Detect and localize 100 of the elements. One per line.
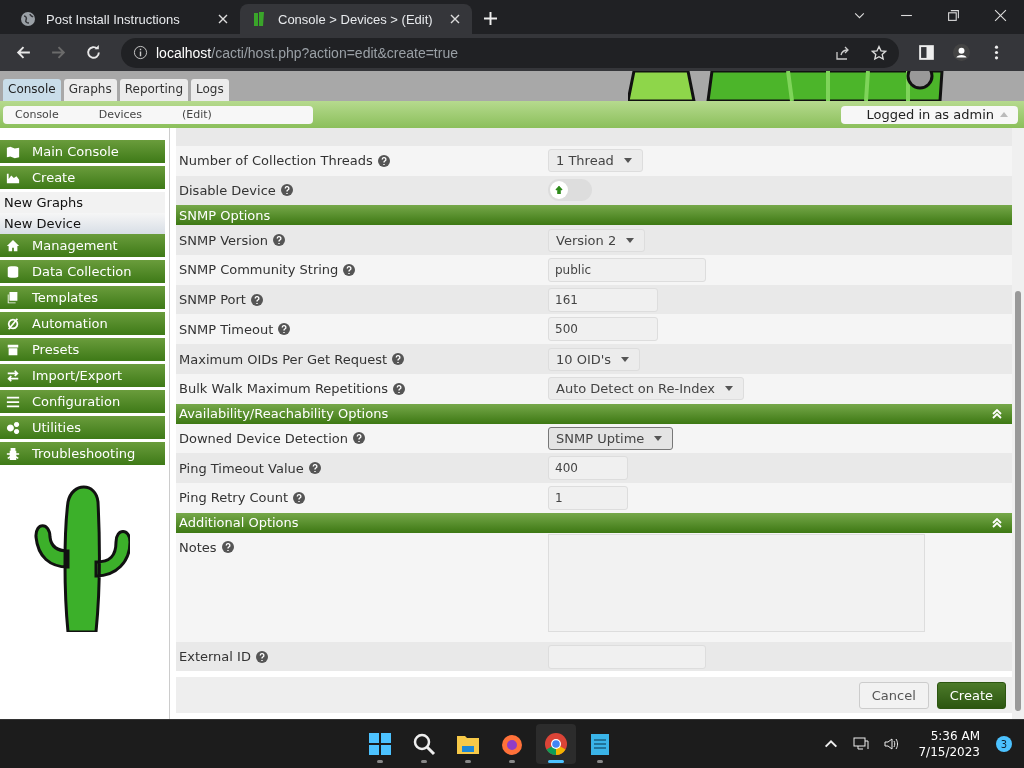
sidebar-menu-item[interactable]: Templates <box>0 286 165 309</box>
clock[interactable]: 5:36 AM 7/15/2023 <box>910 728 988 760</box>
sidebar-menu-item[interactable]: Troubleshooting <box>0 442 165 465</box>
tab-title: Post Install Instructions <box>46 11 181 27</box>
help-icon[interactable] <box>308 462 321 475</box>
field-label: SNMP Port <box>179 292 548 308</box>
firefox-icon <box>500 732 525 756</box>
close-icon[interactable] <box>450 14 460 24</box>
breadcrumb-link[interactable]: Devices <box>86 108 155 121</box>
field-label: Number of Collection Threads <box>179 153 548 169</box>
help-icon[interactable] <box>272 234 285 247</box>
browser-tab[interactable]: Post Install Instructions <box>8 4 240 34</box>
help-icon[interactable] <box>293 491 306 504</box>
field-label: Notes <box>179 539 548 555</box>
star-icon[interactable] <box>871 44 887 61</box>
field-label: Downed Device Detection <box>179 430 548 446</box>
help-icon[interactable] <box>280 184 293 197</box>
bug-icon <box>6 446 20 461</box>
sidebar-menu-item[interactable]: Configuration <box>0 390 165 413</box>
text-field[interactable]: 400 <box>548 456 628 481</box>
sidebar-menu-item[interactable]: Import/Export <box>0 364 165 387</box>
help-icon[interactable] <box>221 541 234 554</box>
nav-tab[interactable]: Reporting <box>119 79 189 101</box>
box-icon <box>6 342 20 357</box>
caret-icon <box>725 386 734 392</box>
close-icon[interactable] <box>994 9 1007 22</box>
restore-icon[interactable] <box>947 9 960 22</box>
dropdown[interactable]: 10 OID's <box>548 347 641 371</box>
breadcrumb-link[interactable]: Console <box>3 108 71 121</box>
info-icon <box>133 45 148 60</box>
section-title: Availability/Reachability Options <box>179 406 390 422</box>
field-label: SNMP Community String <box>179 262 548 278</box>
help-icon[interactable] <box>255 650 268 663</box>
taskbar-button[interactable] <box>536 724 577 764</box>
globe-icon <box>20 11 36 27</box>
collapse-icon[interactable] <box>992 408 1002 419</box>
help-icon[interactable] <box>278 323 291 336</box>
dropdown[interactable]: 1 Thread <box>548 149 643 173</box>
sidebar-subitem[interactable]: New Device <box>0 213 165 234</box>
collapse-icon[interactable] <box>992 517 1002 528</box>
close-icon[interactable] <box>218 14 228 24</box>
help-icon[interactable] <box>250 293 263 306</box>
tab-title: Console > Devices > (Edit) <box>278 11 434 27</box>
address-field[interactable]: localhost/cacti/host.php?action=edit&create=true <box>121 37 899 68</box>
help-icon[interactable] <box>352 432 365 445</box>
scrollbar-thumb[interactable] <box>1015 291 1021 711</box>
nav-tab[interactable]: Graphs <box>63 79 117 101</box>
clock-date: 7/15/2023 <box>918 744 980 760</box>
caret-up-icon <box>1000 112 1008 117</box>
home-icon <box>6 238 20 253</box>
nav-tab[interactable]: Logs <box>191 79 229 101</box>
field-label: SNMP Timeout <box>179 321 548 337</box>
section-title: Additional Options <box>179 515 300 531</box>
field-label: External ID <box>179 649 548 664</box>
sidebar-menu-item[interactable]: Data Collection <box>0 260 165 283</box>
caret-icon <box>623 158 632 164</box>
cancel-button[interactable]: Cancel <box>858 681 929 709</box>
dropdown[interactable]: SNMP Uptime <box>548 426 674 450</box>
text-field[interactable]: 161 <box>548 287 658 312</box>
help-icon[interactable] <box>392 382 405 395</box>
field-label: Disable Device <box>179 182 548 198</box>
windows-logo-icon <box>368 732 393 756</box>
sidebar-menu-item[interactable]: Management <box>0 234 165 257</box>
chrome-icon <box>544 732 569 756</box>
sidebar-subitem[interactable]: New Graphs <box>0 192 165 213</box>
up-arrow-icon <box>554 185 564 196</box>
help-icon[interactable] <box>377 154 390 167</box>
swap-icon <box>6 368 20 383</box>
sidebar-menu-item[interactable]: Utilities <box>0 416 165 439</box>
caret-icon <box>621 356 630 362</box>
field-label: Maximum OIDs Per Get Request <box>179 351 548 367</box>
text-field[interactable]: public <box>548 257 706 282</box>
field-label: SNMP Version <box>179 232 548 248</box>
new-tab-icon[interactable] <box>484 12 497 25</box>
db-icon <box>6 264 20 279</box>
sliders-icon <box>6 394 20 409</box>
share-icon[interactable] <box>835 44 851 61</box>
browser-tab[interactable]: Console > Devices > (Edit) <box>240 4 472 34</box>
sidebar-menu-item[interactable]: Create <box>0 166 165 189</box>
text-field[interactable]: 500 <box>548 317 658 342</box>
sidebar-menu-item[interactable]: Presets <box>0 338 165 361</box>
section-title: SNMP Options <box>179 207 272 223</box>
help-icon[interactable] <box>343 263 356 276</box>
breadcrumb-link[interactable]: (Edit) <box>170 108 224 121</box>
dropdown[interactable]: Auto Detect on Re-Index <box>548 377 745 401</box>
clock-time: 5:36 AM <box>930 728 980 744</box>
sidebar-menu-item[interactable]: Automation <box>0 312 165 335</box>
notification-badge[interactable]: 3 <box>996 736 1012 752</box>
field-label: Ping Retry Count <box>179 490 548 506</box>
help-icon[interactable] <box>392 353 405 366</box>
nav-tab[interactable]: Console <box>3 79 61 101</box>
toggle-switch[interactable] <box>548 179 592 202</box>
caret-icon <box>654 435 663 441</box>
map-icon <box>6 144 20 159</box>
text-field[interactable]: 1 <box>548 485 628 510</box>
field-label: Ping Timeout Value <box>179 460 548 476</box>
create-button[interactable]: Create <box>936 681 1006 709</box>
sidebar-menu-item[interactable]: Main Console <box>0 140 165 163</box>
user-menu[interactable]: Logged in as admin <box>840 105 1018 124</box>
dropdown[interactable]: Version 2 <box>548 228 646 252</box>
